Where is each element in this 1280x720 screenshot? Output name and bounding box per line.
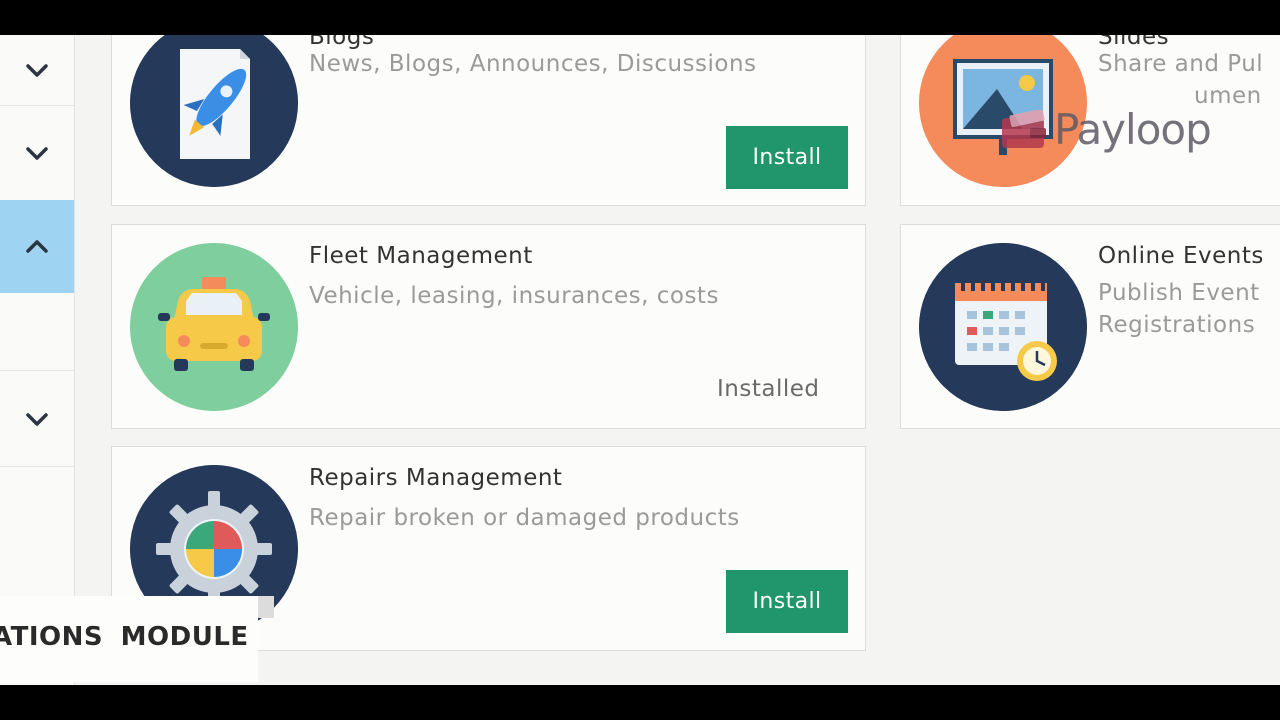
- chevron-down-icon: [26, 412, 48, 426]
- chevron-up-icon: [26, 239, 48, 253]
- card-title: Online Events: [1098, 243, 1264, 269]
- caption-accent: [258, 596, 274, 618]
- sidebar-category-4[interactable]: [0, 371, 74, 466]
- app-card-fleet-management[interactable]: Fleet Management Vehicle, leasing, insur…: [111, 224, 866, 429]
- sidebar-subcategory[interactable]: [0, 293, 74, 369]
- card-description-line1: Share and Pul: [1098, 51, 1264, 77]
- sidebar-category-active[interactable]: [0, 200, 74, 293]
- app-card-blogs[interactable]: Blogs News, Blogs, Announces, Discussion…: [111, 35, 866, 206]
- rocket-document-icon: [130, 35, 298, 187]
- category-sidebar: [0, 35, 75, 685]
- card-title: Repairs Management: [309, 465, 563, 491]
- install-button[interactable]: Install: [726, 126, 848, 189]
- app-screen: Blogs News, Blogs, Announces, Discussion…: [0, 35, 1280, 685]
- chevron-down-icon: [26, 146, 48, 160]
- taxi-car-icon: [130, 243, 298, 411]
- payloop-watermark: Payloop: [1000, 105, 1212, 154]
- card-description-line2: Registrations: [1098, 312, 1256, 338]
- install-button[interactable]: Install: [726, 570, 848, 633]
- card-description: Vehicle, leasing, insurances, costs: [309, 283, 719, 309]
- sidebar-category-1[interactable]: [0, 35, 74, 105]
- app-card-online-events[interactable]: Online Events Publish Event Registration…: [900, 224, 1280, 429]
- installed-status: Installed: [717, 376, 820, 402]
- wallet-logo-icon: [1002, 109, 1046, 148]
- sidebar-category-2[interactable]: [0, 106, 74, 199]
- video-caption: ATIONS MODULE: [0, 596, 258, 682]
- card-title: Fleet Management: [309, 243, 533, 269]
- card-description-line1: Publish Event: [1098, 280, 1260, 306]
- card-description: News, Blogs, Announces, Discussions: [309, 51, 757, 77]
- chevron-down-icon: [26, 64, 48, 77]
- caption-text: ATIONS MODULE: [0, 622, 249, 652]
- card-description: Repair broken or damaged products: [309, 505, 740, 531]
- watermark-text: Payloop: [1054, 105, 1212, 154]
- calendar-clock-icon: [919, 243, 1087, 411]
